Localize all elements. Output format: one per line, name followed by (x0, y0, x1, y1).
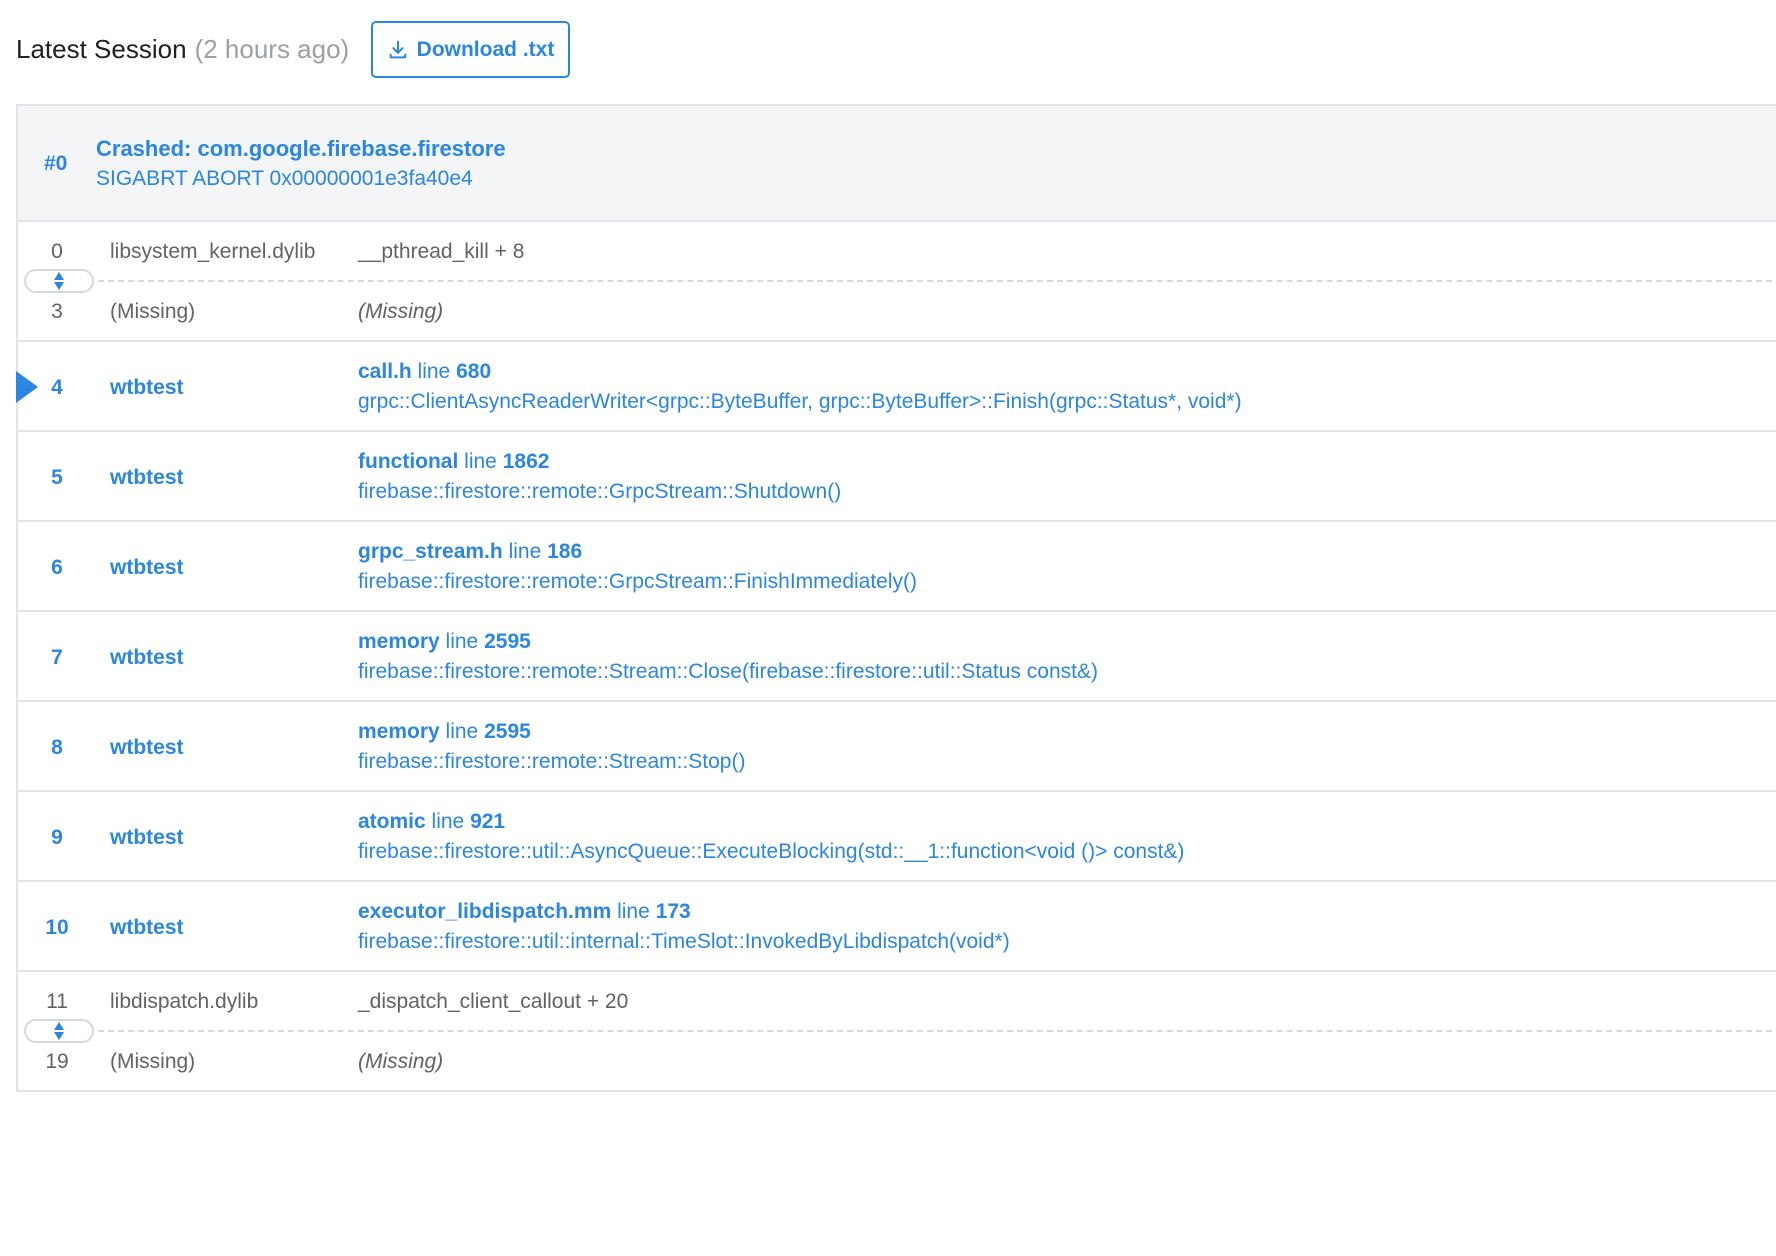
frame-symbol: firebase::firestore::remote::Stream::Clo… (358, 660, 1098, 683)
frame-row[interactable]: 5 wtbtest functional line 1862 firebase:… (18, 434, 1776, 522)
frame-row[interactable]: 6 wtbtest grpc_stream.h line 186 firebas… (18, 524, 1776, 612)
frame-row: 0 libsystem_kernel.dylib __pthread_kill … (18, 224, 1776, 280)
line-word: line (431, 810, 465, 833)
frame-row[interactable]: 7 wtbtest memory line 2595 firebase::fir… (18, 614, 1776, 702)
frame-function: (Missing) (358, 1050, 444, 1073)
frame-row: 3 (Missing) (Missing) (18, 282, 1776, 342)
frame-number: 8 (51, 736, 63, 759)
stack-trace-panel: #0 Crashed: com.google.firebase.firestor… (16, 104, 1776, 1092)
frame-function: __pthread_kill + 8 (358, 240, 525, 263)
frame-source: atomic line 921 (358, 810, 505, 834)
frame-number: 5 (51, 466, 63, 489)
frame-function: (Missing) (358, 300, 444, 323)
frame-source: functional line 1862 (358, 450, 549, 474)
line-word: line (445, 630, 479, 653)
line-word: line (417, 360, 451, 383)
frame-source: executor_libdispatch.mm line 173 (358, 900, 691, 924)
download-icon (389, 40, 406, 58)
frame-number: 7 (51, 646, 63, 669)
thread-signal: SIGABRT ABORT 0x00000001e3fa40e4 (96, 167, 473, 190)
source-file[interactable]: call.h (358, 360, 412, 383)
frame-library: wtbtest (110, 646, 184, 669)
frame-symbol: firebase::firestore::remote::Stream::Sto… (358, 750, 746, 773)
frame-row: 19 (Missing) (Missing) (18, 1032, 1776, 1090)
frame-source: memory line 2595 (358, 720, 531, 744)
frame-source: grpc_stream.h line 186 (358, 540, 582, 564)
thread-title[interactable]: Crashed: com.google.firebase.firestore (96, 136, 506, 162)
frame-library: (Missing) (110, 1050, 196, 1073)
frame-number: 19 (45, 1050, 69, 1073)
line-word: line (464, 450, 497, 473)
frame-function: _dispatch_client_callout + 20 (358, 990, 629, 1013)
frame-row[interactable]: 10 wtbtest executor_libdispatch.mm line … (18, 884, 1776, 972)
frame-row-current[interactable]: 4 wtbtest call.h line 680 grpc::ClientAs… (16, 344, 1776, 432)
session-title: Latest Session (16, 33, 187, 64)
line-number: 1862 (502, 450, 550, 473)
frame-symbol: firebase::firestore::remote::GrpcStream:… (358, 570, 918, 593)
frame-symbol: firebase::firestore::util::internal::Tim… (358, 930, 1010, 953)
download-label: Download .txt (416, 37, 555, 61)
frame-number: 4 (51, 376, 63, 399)
line-number: 680 (456, 360, 492, 383)
source-file[interactable]: functional (358, 450, 458, 473)
line-word: line (508, 540, 542, 563)
line-number: 921 (470, 810, 506, 833)
source-file[interactable]: grpc_stream.h (358, 540, 503, 563)
frame-symbol: grpc::ClientAsyncReaderWriter<grpc::Byte… (358, 390, 1242, 413)
frame-number: 6 (51, 556, 63, 579)
source-file[interactable]: executor_libdispatch.mm (358, 900, 611, 923)
frame-library: wtbtest (110, 556, 184, 579)
session-time: (2 hours ago) (194, 33, 350, 64)
frame-library: wtbtest (110, 916, 184, 939)
thread-header: #0 Crashed: com.google.firebase.firestor… (18, 106, 1776, 222)
line-number: 2595 (484, 630, 531, 653)
frame-library: wtbtest (110, 466, 184, 489)
frame-row[interactable]: 8 wtbtest memory line 2595 firebase::fir… (18, 704, 1776, 792)
frame-number: 11 (46, 990, 68, 1013)
thread-number: #0 (44, 152, 68, 175)
frame-library: (Missing) (110, 300, 196, 323)
line-word: line (445, 720, 479, 743)
frame-symbol: firebase::firestore::util::AsyncQueue::E… (358, 840, 1185, 863)
download-txt-button[interactable]: Download .txt (371, 21, 570, 78)
frame-library: libsystem_kernel.dylib (110, 240, 316, 263)
frame-number: 10 (45, 916, 69, 939)
frame-source: call.h line 680 (358, 360, 491, 384)
line-word: line (617, 900, 650, 923)
frame-library: wtbtest (110, 376, 184, 399)
source-file[interactable]: memory (358, 720, 440, 743)
frame-number: 3 (51, 300, 63, 323)
source-file[interactable]: atomic (358, 810, 426, 833)
session-header: Latest Session (2 hours ago) (16, 20, 349, 78)
frame-symbol: firebase::firestore::remote::GrpcStream:… (358, 480, 842, 503)
line-number: 2595 (484, 720, 531, 743)
frame-row[interactable]: 9 wtbtest atomic line 921 firebase::fire… (18, 794, 1776, 882)
frame-library: libdispatch.dylib (110, 990, 259, 1013)
frame-number: 0 (51, 240, 63, 263)
frame-library: wtbtest (110, 826, 184, 849)
frame-source: memory line 2595 (358, 630, 531, 654)
line-number: 186 (547, 540, 583, 563)
frame-library: wtbtest (110, 736, 184, 759)
frame-row: 11 libdispatch.dylib _dispatch_client_ca… (18, 974, 1776, 1030)
frame-number: 9 (51, 826, 63, 849)
line-number: 173 (655, 900, 691, 923)
source-file[interactable]: memory (358, 630, 440, 653)
